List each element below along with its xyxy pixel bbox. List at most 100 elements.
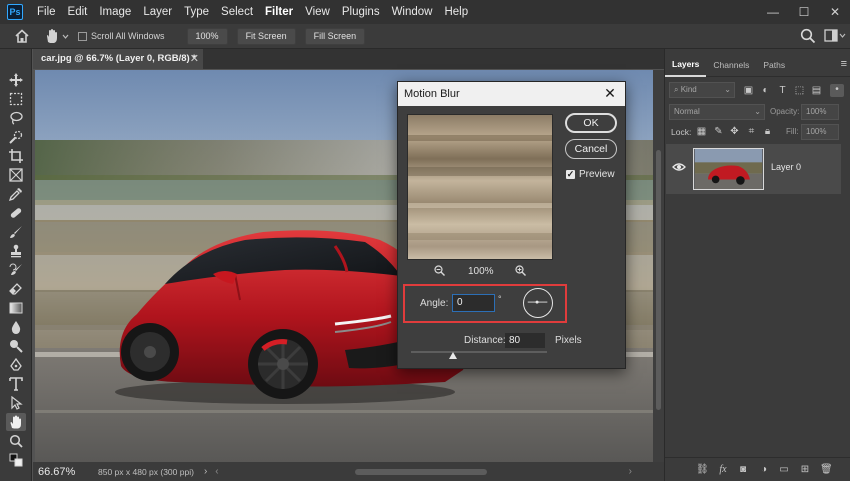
hand-tool-icon[interactable]: [6, 413, 26, 431]
pen-tool-icon[interactable]: [6, 356, 26, 374]
new-layer-icon[interactable]: ⊞: [799, 464, 811, 476]
layer-row[interactable]: Layer 0: [666, 144, 841, 194]
scroll-all-windows-check-icon: [78, 31, 87, 41]
home-icon[interactable]: [14, 28, 30, 44]
healing-brush-tool-icon[interactable]: [6, 204, 26, 222]
lasso-tool-icon[interactable]: [6, 109, 26, 127]
default-colors-icon[interactable]: [6, 451, 26, 469]
fill-screen-button[interactable]: Fill Screen: [304, 27, 366, 45]
filter-toggle-icon[interactable]: •: [830, 84, 844, 97]
filter-smart-object-icon[interactable]: ▤: [811, 85, 822, 96]
menu-view[interactable]: View: [299, 0, 336, 24]
quick-selection-tool-icon[interactable]: [6, 128, 26, 146]
delete-layer-icon[interactable]: 🗑︎: [820, 464, 833, 476]
filter-shape-icon[interactable]: ⬚: [794, 85, 805, 96]
cancel-button[interactable]: Cancel: [565, 139, 617, 159]
clone-stamp-tool-icon[interactable]: [6, 242, 26, 260]
close-tab-icon[interactable]: ✕: [190, 49, 199, 69]
fill-field[interactable]: 100%: [801, 124, 839, 140]
minimize-icon[interactable]: —: [758, 0, 788, 24]
lock-artboard-icon[interactable]: ⌗: [746, 126, 757, 137]
frame-tool-icon[interactable]: [6, 166, 26, 184]
canvas-vertical-scrollbar[interactable]: [653, 70, 664, 462]
zoom-100-button[interactable]: 100%: [186, 27, 228, 45]
search-icon[interactable]: [800, 28, 816, 44]
brush-tool-icon[interactable]: [6, 223, 26, 241]
menu-filter[interactable]: Filter: [259, 0, 299, 24]
dialog-title-bar[interactable]: Motion Blur: [398, 82, 625, 106]
ok-button[interactable]: OK: [565, 113, 617, 133]
scroll-left-chevron-icon[interactable]: ‹: [215, 466, 218, 477]
maximize-icon[interactable]: ☐: [789, 0, 819, 24]
link-layers-icon[interactable]: ⛓: [696, 464, 709, 476]
preview-checkbox[interactable]: ✓: [566, 170, 575, 179]
angle-value: 0: [457, 297, 463, 308]
distance-value: 80: [509, 335, 521, 346]
tab-paths[interactable]: Paths: [756, 54, 792, 76]
distance-input[interactable]: 80: [505, 333, 545, 348]
new-group-icon[interactable]: ▭: [778, 464, 790, 476]
kind-filter-select[interactable]: ⌕ Kind ⌄: [669, 82, 735, 98]
move-tool-icon[interactable]: [6, 71, 26, 89]
menu-image[interactable]: Image: [93, 0, 137, 24]
menu-layer[interactable]: Layer: [137, 0, 178, 24]
blur-preview[interactable]: [407, 114, 553, 260]
workspace-icon[interactable]: [824, 29, 846, 43]
lock-image-icon[interactable]: ✎: [713, 126, 724, 137]
type-tool-icon[interactable]: [6, 375, 26, 393]
menu-file[interactable]: File: [31, 0, 62, 24]
scroll-all-windows-checkbox[interactable]: Scroll All Windows: [78, 31, 165, 41]
dialog-close-icon[interactable]: ✕: [603, 86, 617, 100]
menu-select[interactable]: Select: [215, 0, 259, 24]
crop-tool-icon[interactable]: [6, 147, 26, 165]
preview-zoom-in-icon[interactable]: [515, 265, 526, 276]
horizontal-scrollbar[interactable]: [225, 468, 625, 476]
scroll-right-chevron-icon[interactable]: ›: [629, 466, 632, 477]
opacity-label: Opacity:: [770, 107, 800, 116]
tab-channels[interactable]: Channels: [706, 54, 756, 76]
layer-style-icon[interactable]: fx: [717, 464, 729, 476]
vertical-scroll-thumb[interactable]: [656, 150, 661, 410]
distance-slider-track[interactable]: [411, 351, 547, 353]
filter-pixel-icon[interactable]: ▣: [743, 85, 754, 96]
blend-mode-select[interactable]: Normal ⌄: [669, 104, 765, 120]
hand-tool-preset-icon[interactable]: [44, 28, 70, 44]
add-mask-icon[interactable]: ◙: [737, 464, 749, 476]
filter-type-icon[interactable]: T: [777, 85, 788, 96]
dodge-tool-icon[interactable]: [6, 337, 26, 355]
path-selection-tool-icon[interactable]: [6, 394, 26, 412]
lock-transparent-icon[interactable]: ▦: [696, 126, 707, 137]
menu-edit[interactable]: Edit: [62, 0, 94, 24]
document-tab[interactable]: car.jpg @ 66.7% (Layer 0, RGB/8) * ✕: [33, 49, 203, 69]
horizontal-scroll-thumb[interactable]: [354, 468, 487, 475]
photoshop-logo: Ps: [7, 4, 23, 20]
menu-help[interactable]: Help: [438, 0, 474, 24]
menu-window[interactable]: Window: [386, 0, 439, 24]
eyedropper-tool-icon[interactable]: [6, 185, 26, 203]
visibility-eye-icon[interactable]: [672, 162, 686, 172]
preview-zoom-out-icon[interactable]: [434, 265, 445, 276]
fit-screen-button[interactable]: Fit Screen: [236, 27, 296, 45]
adjustment-layer-icon[interactable]: ◑: [758, 464, 770, 476]
angle-dial[interactable]: [523, 288, 553, 318]
distance-slider-thumb[interactable]: [449, 352, 457, 359]
menu-type[interactable]: Type: [178, 0, 215, 24]
filter-adjustment-icon[interactable]: ◐: [760, 85, 771, 96]
lock-position-icon[interactable]: ✥: [729, 126, 740, 137]
eraser-tool-icon[interactable]: [6, 280, 26, 298]
gradient-tool-icon[interactable]: [6, 299, 26, 317]
panel-menu-icon[interactable]: ≡: [841, 58, 847, 70]
status-menu-chevron-icon[interactable]: ›: [204, 466, 207, 477]
history-brush-tool-icon[interactable]: [6, 261, 26, 279]
opacity-field[interactable]: 100%: [801, 104, 839, 120]
tools-panel: [0, 49, 32, 481]
lock-all-icon[interactable]: 🔒︎: [762, 126, 773, 137]
zoom-level[interactable]: 66.67%: [33, 466, 88, 478]
blur-tool-icon[interactable]: [6, 318, 26, 336]
tab-layers[interactable]: Layers: [665, 53, 707, 77]
angle-input[interactable]: 0: [452, 294, 495, 312]
close-window-icon[interactable]: ✕: [820, 0, 850, 24]
zoom-tool-icon[interactable]: [6, 432, 26, 450]
marquee-tool-icon[interactable]: [6, 90, 26, 108]
menu-plugins[interactable]: Plugins: [336, 0, 386, 24]
